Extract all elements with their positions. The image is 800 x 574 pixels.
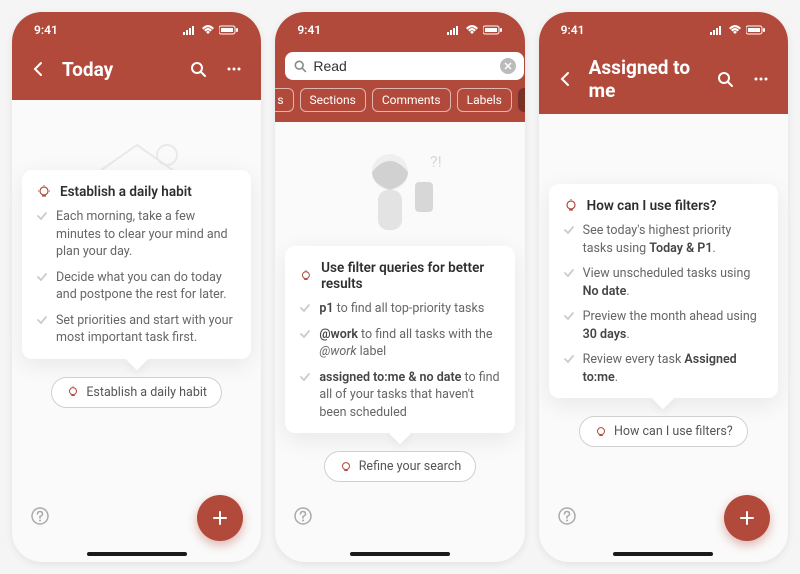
help-icon — [30, 506, 50, 526]
tip-item: assigned to:me & no date to find all of … — [299, 369, 500, 422]
status-time: 9:41 — [34, 23, 58, 37]
tip-list: p1 to find all top-priority tasks @work t… — [299, 300, 500, 421]
tip-item: Set priorities and start with your most … — [36, 312, 237, 347]
tip-item: Preview the month ahead using 30 days. — [563, 308, 764, 343]
help-button[interactable] — [557, 506, 577, 530]
close-icon — [504, 62, 512, 70]
bulb-icon — [36, 184, 52, 200]
wifi-icon — [465, 25, 479, 35]
status-icons — [447, 25, 503, 35]
pill-label: Establish a daily habit — [86, 385, 207, 400]
wifi-icon — [728, 25, 742, 35]
plus-icon — [210, 508, 230, 528]
back-button[interactable] — [26, 56, 52, 82]
search-button[interactable] — [712, 66, 738, 92]
signal-icon — [710, 25, 724, 35]
back-button[interactable] — [553, 66, 579, 92]
status-time: 9:41 — [297, 23, 321, 37]
tip-item: Each morning, take a few minutes to clea… — [36, 208, 237, 261]
search-button[interactable] — [185, 56, 211, 82]
card-title: Use filter queries for better results — [321, 260, 501, 292]
tip-list: Each morning, take a few minutes to clea… — [36, 208, 237, 347]
bulb-icon — [339, 460, 353, 474]
page-title: Today — [62, 58, 175, 81]
status-time: 9:41 — [561, 23, 585, 37]
home-indicator — [350, 552, 450, 556]
bulb-icon — [563, 198, 579, 214]
phone-today: 9:41 Today Establish a daily habit — [12, 12, 261, 562]
home-indicator — [87, 552, 187, 556]
tip-pill-button[interactable]: Refine your search — [324, 451, 477, 482]
bulb-icon — [594, 425, 608, 439]
chip-labels[interactable]: Labels — [457, 88, 512, 112]
status-icons — [183, 25, 239, 35]
more-button[interactable] — [748, 66, 774, 92]
help-button[interactable] — [293, 506, 313, 530]
filter-chips: s Sections Comments Labels Filters — [275, 88, 524, 122]
help-button[interactable] — [30, 506, 50, 530]
tip-card: Establish a daily habit Each morning, ta… — [22, 170, 251, 359]
bottom-bar — [275, 486, 524, 562]
tip-item: See today's highest priority tasks using… — [563, 222, 764, 257]
tip-pill-button[interactable]: Establish a daily habit — [51, 377, 222, 408]
wifi-icon — [201, 25, 215, 35]
more-button[interactable] — [221, 56, 247, 82]
card-title: Establish a daily habit — [60, 184, 192, 200]
more-icon — [752, 70, 770, 88]
clear-search-button[interactable] — [500, 58, 516, 74]
status-icons — [710, 25, 766, 35]
status-bar: 9:41 — [539, 12, 788, 48]
illustration-person: ?! — [330, 132, 470, 252]
pill-label: Refine your search — [359, 459, 462, 474]
status-bar: 9:41 — [12, 12, 261, 48]
phone-search: 9:41 Cancel s Sections Comments Labels F… — [275, 12, 524, 562]
tip-card: How can I use filters? See today's highe… — [549, 184, 778, 398]
plus-icon — [737, 508, 757, 528]
search-icon — [293, 59, 307, 73]
tip-item: Decide what you can do today and postpon… — [36, 269, 237, 304]
signal-icon — [447, 25, 461, 35]
chip-comments[interactable]: Comments — [372, 88, 451, 112]
tip-card: Use filter queries for better results p1… — [285, 246, 514, 433]
chevron-left-icon — [557, 70, 575, 88]
search-icon — [716, 70, 734, 88]
home-indicator — [613, 552, 713, 556]
tip-item: Review every task Assigned to:me. — [563, 351, 764, 386]
help-icon — [293, 506, 313, 526]
phone-assigned: 9:41 Assigned to me How can I use filter… — [539, 12, 788, 562]
pill-label: How can I use filters? — [614, 424, 733, 439]
tip-list: See today's highest priority tasks using… — [563, 222, 764, 386]
chevron-left-icon — [30, 60, 48, 78]
bottom-bar — [12, 486, 261, 562]
status-bar: 9:41 — [275, 12, 524, 48]
more-icon — [225, 60, 243, 78]
bottom-bar — [539, 486, 788, 562]
svg-text:?!: ?! — [430, 152, 442, 171]
add-task-fab[interactable] — [724, 495, 770, 541]
chip-sections[interactable]: Sections — [300, 88, 366, 112]
battery-icon — [219, 25, 239, 35]
battery-icon — [483, 25, 503, 35]
chip-filters[interactable]: Filters — [518, 88, 525, 112]
search-icon — [189, 60, 207, 78]
signal-icon — [183, 25, 197, 35]
search-input[interactable] — [313, 58, 494, 74]
battery-icon — [746, 25, 766, 35]
card-title: How can I use filters? — [587, 198, 717, 214]
chip-tasks[interactable]: s — [275, 88, 293, 112]
bulb-icon — [66, 385, 80, 399]
search-field[interactable] — [285, 52, 524, 80]
bulb-icon — [299, 268, 313, 284]
tip-item: View unscheduled tasks using No date. — [563, 265, 764, 300]
add-task-fab[interactable] — [197, 495, 243, 541]
tip-item: @work to find all tasks with the @work l… — [299, 326, 500, 361]
help-icon — [557, 506, 577, 526]
tip-item: p1 to find all top-priority tasks — [299, 300, 500, 318]
tip-pill-button[interactable]: How can I use filters? — [579, 416, 748, 447]
page-title: Assigned to me — [589, 56, 702, 102]
